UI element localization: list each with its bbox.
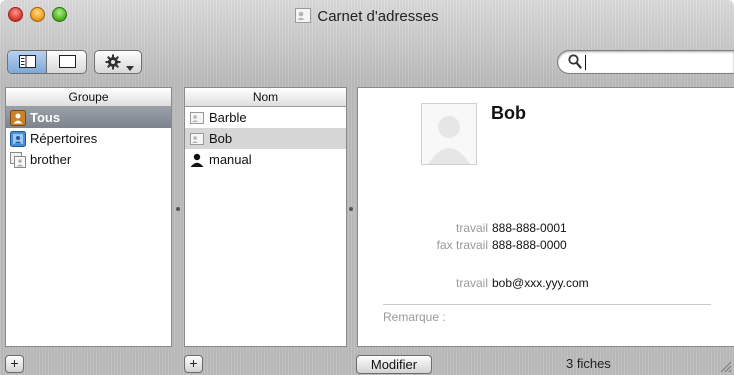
group-item-tous[interactable]: Tous <box>6 107 171 128</box>
column-splitter-handle[interactable] <box>349 207 353 211</box>
field-label: fax travail <box>436 238 488 252</box>
card-and-columns-icon <box>19 55 36 71</box>
card-count: 3 fiches <box>566 356 611 371</box>
person-silhouette-icon <box>422 116 476 167</box>
group-item-label: Tous <box>30 110 61 125</box>
field-fax-work-value[interactable]: 888-888-0000 <box>492 238 567 252</box>
name-item-bob[interactable]: Bob <box>185 128 346 149</box>
field-label: travail <box>455 221 488 235</box>
card-and-columns-view-button[interactable] <box>8 51 47 73</box>
card-only-icon <box>59 55 76 71</box>
address-book-window: Carnet d'adresses Groupe Tous Répertoire… <box>0 0 734 375</box>
name-column: Nom Barble Bob manual <box>184 87 347 347</box>
group-item-label: Répertoires <box>30 131 98 146</box>
group-item-brother[interactable]: brother <box>6 149 171 170</box>
card-only-view-button[interactable] <box>48 51 86 73</box>
group-item-repertoires[interactable]: Répertoires <box>6 128 171 149</box>
field-phone-work-value[interactable]: 888-888-0001 <box>492 221 567 235</box>
text-cursor <box>585 55 586 70</box>
group-column-header[interactable]: Groupe <box>6 88 171 107</box>
name-item-label: Bob <box>209 131 233 146</box>
directories-group-icon <box>10 130 26 147</box>
person-icon <box>189 152 205 168</box>
add-group-button[interactable]: + <box>5 355 24 373</box>
field-email-work-value[interactable]: bob@xxx.yyy.com <box>492 276 589 290</box>
field-label: travail <box>455 276 488 290</box>
action-menu-button[interactable] <box>94 50 142 74</box>
window-title-area: Carnet d'adresses <box>0 8 734 25</box>
contact-name: Bob <box>491 103 526 123</box>
all-contacts-group-icon <box>10 109 26 126</box>
view-segmented-control <box>7 50 87 74</box>
add-person-button[interactable]: + <box>184 355 203 373</box>
note-label: Remarque : <box>383 310 446 324</box>
name-item-label: Barble <box>209 110 247 125</box>
note-divider <box>383 304 711 305</box>
title-bar: Carnet d'adresses <box>0 0 734 36</box>
chevron-down-icon <box>126 60 134 73</box>
modify-button[interactable]: Modifier <box>356 355 432 374</box>
address-book-icon <box>295 8 312 23</box>
card-icon <box>189 110 205 126</box>
name-item-barble[interactable]: Barble <box>185 107 346 128</box>
name-item-manual[interactable]: manual <box>185 149 346 170</box>
contact-card-panel: Bob travail 888-888-0001 fax travail 888… <box>357 87 734 347</box>
group-icon <box>10 151 26 168</box>
name-item-label: manual <box>209 152 252 167</box>
contact-photo[interactable] <box>421 103 477 165</box>
search-field[interactable] <box>557 50 734 74</box>
resize-handle[interactable] <box>718 359 732 373</box>
column-splitter-handle[interactable] <box>176 207 180 211</box>
name-column-header[interactable]: Nom <box>185 88 346 107</box>
search-icon <box>568 54 582 72</box>
card-icon <box>189 131 205 147</box>
window-title: Carnet d'adresses <box>317 8 439 25</box>
group-item-label: brother <box>30 152 72 167</box>
gear-icon <box>105 54 121 73</box>
group-column: Groupe Tous Répertoires brother <box>5 87 172 347</box>
